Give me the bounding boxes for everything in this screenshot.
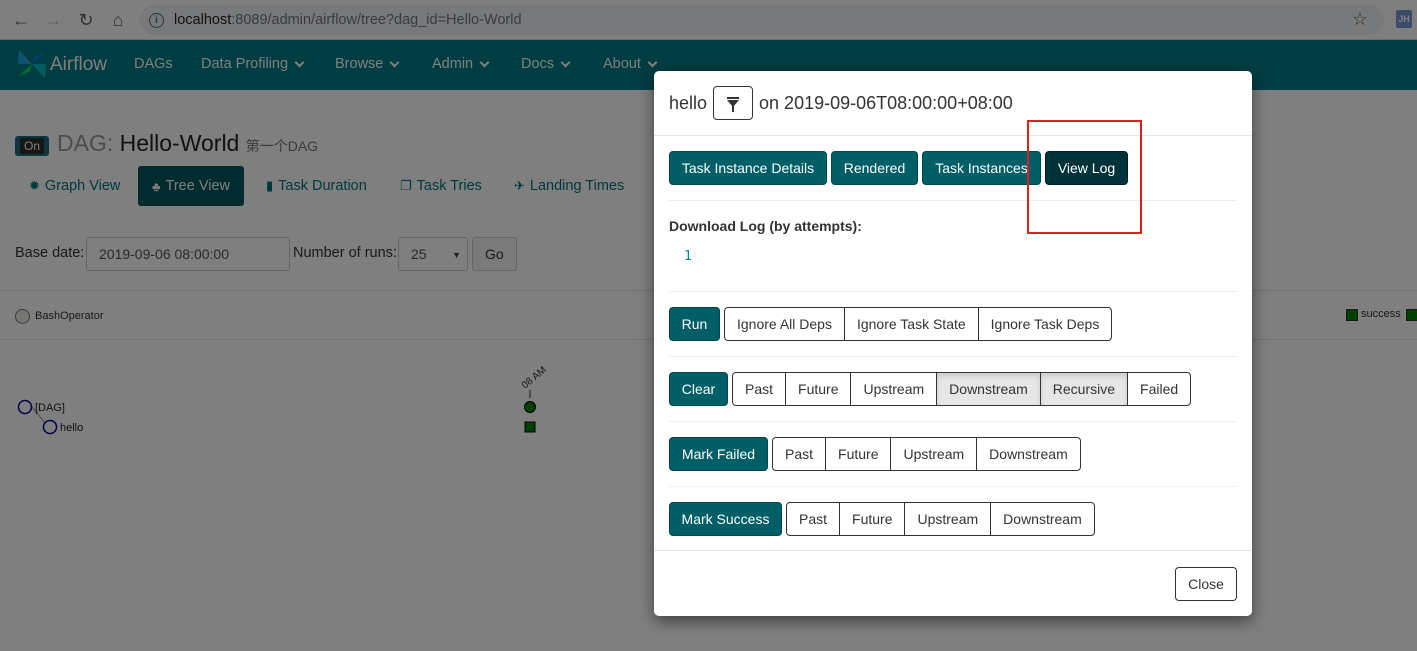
close-button[interactable]: Close [1175,567,1237,601]
mark-failed-options-group: Past Future Upstream Downstream [772,437,1081,471]
modal-header: hello on 2019-09-06T08:00:00+08:00 [654,71,1252,136]
run-options-group: Ignore All Deps Ignore Task State Ignore… [724,307,1113,341]
clear-options-group: Past Future Upstream Downstream Recursiv… [732,372,1192,406]
task-instances-button[interactable]: Task Instances [922,151,1041,185]
ignore-task-deps-toggle[interactable]: Ignore Task Deps [977,307,1113,341]
mark-failed-past-toggle[interactable]: Past [772,437,827,471]
ignore-all-deps-toggle[interactable]: Ignore All Deps [724,307,845,341]
clear-downstream-toggle[interactable]: Downstream [936,372,1041,406]
task-instance-modal: hello on 2019-09-06T08:00:00+08:00 Task … [654,71,1252,616]
clear-upstream-toggle[interactable]: Upstream [850,372,938,406]
ignore-task-state-toggle[interactable]: Ignore Task State [843,307,979,341]
clear-recursive-toggle[interactable]: Recursive [1039,372,1129,406]
mark-failed-future-toggle[interactable]: Future [825,437,892,471]
clear-button[interactable]: Clear [669,372,728,406]
mark-failed-button[interactable]: Mark Failed [669,437,768,471]
task-instance-details-button[interactable]: Task Instance Details [669,151,827,185]
divider [669,421,1237,422]
modal-execution-date: on 2019-09-06T08:00:00+08:00 [759,92,1013,113]
log-attempt-link[interactable]: 1 [684,249,692,264]
mark-success-options-group: Past Future Upstream Downstream [786,502,1095,536]
modal-footer-divider [654,550,1252,551]
clear-future-toggle[interactable]: Future [785,372,852,406]
annotation-highlight-box [1027,120,1142,234]
filter-upstream-button[interactable] [713,86,754,120]
mark-success-button[interactable]: Mark Success [669,502,782,536]
run-button[interactable]: Run [669,307,720,341]
divider [669,200,1237,201]
mark-success-past-toggle[interactable]: Past [786,502,841,536]
download-log-title: Download Log (by attempts): [669,218,862,234]
mark-success-downstream-toggle[interactable]: Downstream [990,502,1095,536]
modal-task-name: hello [669,92,708,113]
clear-failed-toggle[interactable]: Failed [1127,372,1192,406]
clear-past-toggle[interactable]: Past [732,372,787,406]
divider [669,486,1237,487]
filter-icon [727,96,740,112]
rendered-button[interactable]: Rendered [831,151,918,185]
mark-failed-downstream-toggle[interactable]: Downstream [976,437,1081,471]
mark-success-upstream-toggle[interactable]: Upstream [904,502,992,536]
mark-failed-upstream-toggle[interactable]: Upstream [890,437,978,471]
divider [669,291,1237,292]
divider [669,356,1237,357]
mark-success-future-toggle[interactable]: Future [839,502,906,536]
